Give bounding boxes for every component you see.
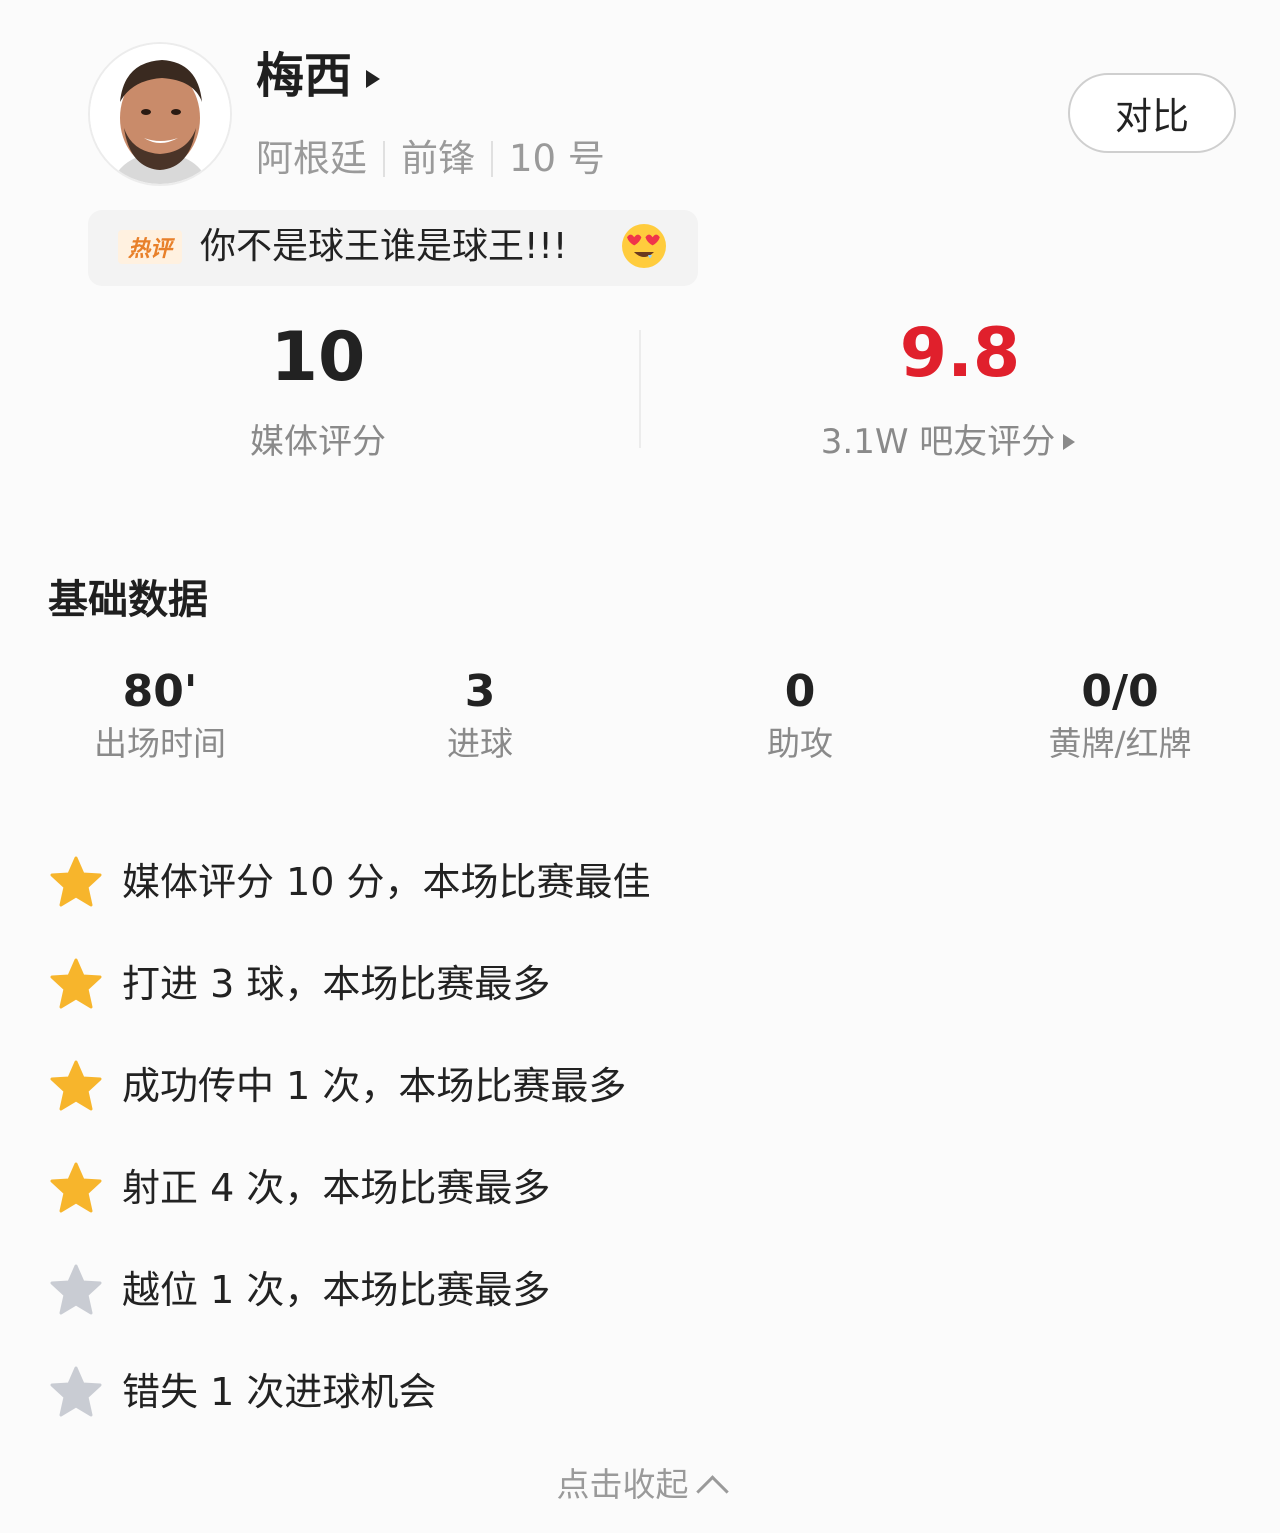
stat-value: 0 xyxy=(784,666,816,717)
meta-divider xyxy=(383,141,385,177)
stat-goals: 3 进球 xyxy=(320,664,640,766)
collapse-button[interactable]: 点击收起 xyxy=(0,1462,1280,1508)
stat-label: 助攻 xyxy=(767,724,833,763)
stat-value: 3 xyxy=(464,666,496,717)
gold-star-icon xyxy=(50,958,102,1009)
gold-star-icon xyxy=(50,856,102,907)
player-number: 10 号 xyxy=(509,137,605,180)
basic-data-title: 基础数据 xyxy=(48,577,208,623)
hot-comment-text: 你不是球王谁是球王!!! xyxy=(200,226,568,267)
highlight-text: 射正 4 次，本场比赛最多 xyxy=(122,1166,551,1210)
player-position: 前锋 xyxy=(401,137,475,180)
highlight-item: 射正 4 次，本场比赛最多 xyxy=(48,1158,550,1218)
stat-label: 进球 xyxy=(447,724,513,763)
fan-rating-label: 3.1W 吧友评分 xyxy=(820,422,1056,462)
stat-minutes: 80' 出场时间 xyxy=(0,664,320,766)
highlight-item: 成功传中 1 次，本场比赛最多 xyxy=(48,1056,626,1116)
silver-star-icon xyxy=(50,1264,102,1315)
player-detail-arrow-icon[interactable] xyxy=(366,70,380,88)
gold-star-icon xyxy=(50,1162,102,1213)
player-meta: 阿根廷 前锋 10 号 xyxy=(256,134,605,184)
player-name[interactable]: 梅西 xyxy=(256,46,352,106)
chevron-up-icon xyxy=(695,1474,729,1508)
fan-rating-value: 9.8 xyxy=(899,314,1021,393)
player-photo xyxy=(90,44,230,184)
highlight-item: 打进 3 球，本场比赛最多 xyxy=(48,954,550,1014)
highlight-item: 越位 1 次，本场比赛最多 xyxy=(48,1260,550,1320)
stat-cards: 0/0 黄牌/红牌 xyxy=(960,664,1280,766)
highlight-item: 错失 1 次进球机会 xyxy=(48,1362,436,1422)
highlight-item: 媒体评分 10 分，本场比赛最佳 xyxy=(48,852,651,912)
media-rating-value: 10 xyxy=(270,318,366,397)
highlight-text: 成功传中 1 次，本场比赛最多 xyxy=(122,1064,627,1108)
highlight-text: 媒体评分 10 分，本场比赛最佳 xyxy=(122,860,651,904)
triangle-right-icon xyxy=(1063,434,1076,450)
stat-label: 出场时间 xyxy=(94,724,226,763)
compare-button[interactable]: 对比 xyxy=(1068,73,1236,153)
stat-value: 80' xyxy=(122,666,198,717)
player-country: 阿根廷 xyxy=(256,137,367,180)
ratings-divider xyxy=(639,330,641,448)
heart-eyes-emoji-icon xyxy=(622,224,666,268)
silver-star-icon xyxy=(50,1366,102,1417)
meta-divider xyxy=(491,141,493,177)
highlight-text: 打进 3 球，本场比赛最多 xyxy=(122,962,551,1006)
hot-comment-tag: 热评 xyxy=(118,230,182,264)
stat-label: 黄牌/红牌 xyxy=(1048,724,1192,763)
highlight-text: 越位 1 次，本场比赛最多 xyxy=(122,1268,551,1312)
player-avatar[interactable] xyxy=(88,42,232,186)
highlight-text: 错失 1 次进球机会 xyxy=(122,1370,437,1414)
media-rating-label: 媒体评分 xyxy=(250,422,386,462)
collapse-label: 点击收起 xyxy=(556,1465,689,1504)
fan-rating-link[interactable]: 3.1W 吧友评分 xyxy=(748,420,1148,464)
stat-value: 0/0 xyxy=(1081,666,1159,717)
stat-assists: 0 助攻 xyxy=(640,664,960,766)
gold-star-icon xyxy=(50,1060,102,1111)
